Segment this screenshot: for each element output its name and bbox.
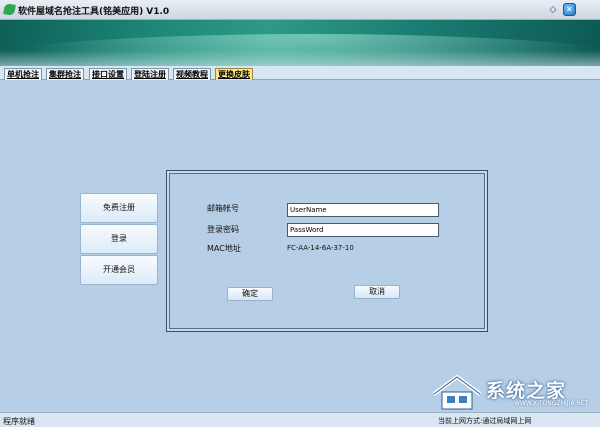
- email-field[interactable]: [287, 203, 439, 217]
- window-version: V1.0: [146, 7, 170, 17]
- tab-strip: 单机抢注 集群抢注 接口设置 登陆注册 视频教程 更换皮肤: [0, 66, 600, 80]
- mac-value: FC-AA-14-6A-37-10: [287, 244, 354, 252]
- network-status: 当前上网方式:通过局域网上网: [438, 417, 532, 425]
- login-button[interactable]: 登录: [80, 224, 158, 254]
- status-text: 程序就绪: [3, 417, 35, 426]
- header-banner: [0, 20, 600, 66]
- tab-login-register[interactable]: 登陆注册: [131, 68, 169, 80]
- free-register-button[interactable]: 免费注册: [80, 193, 158, 223]
- tab-video-tutorial[interactable]: 视频教程: [173, 68, 211, 80]
- title-bar: 软件屋域名抢注工具(铭美应用) V1.0 ◇ ✕: [0, 0, 600, 20]
- close-icon[interactable]: ✕: [563, 3, 576, 16]
- password-label: 登录密码: [207, 225, 239, 234]
- leaf-icon: [3, 3, 16, 16]
- window-title: 软件屋域名抢注工具(铭美应用) V1.0: [18, 4, 169, 17]
- status-bar: 程序就绪 当前上网方式:通过局域网上网: [0, 412, 600, 427]
- tab-single-register[interactable]: 单机抢注: [4, 68, 42, 80]
- login-panel: 邮箱帐号 登录密码 MAC地址 FC-AA-14-6A-37-10 确定 取消: [166, 170, 488, 332]
- open-membership-button[interactable]: 开通会员: [80, 255, 158, 285]
- watermark: 系统之家 WWW.XITONGZHIJIA.NET: [428, 372, 600, 412]
- password-field[interactable]: [287, 223, 439, 237]
- tab-change-skin[interactable]: 更换皮肤: [215, 68, 253, 80]
- watermark-text: 系统之家: [486, 380, 567, 402]
- house-logo-icon: [432, 375, 482, 410]
- mac-label: MAC地址: [207, 244, 241, 253]
- confirm-button[interactable]: 确定: [227, 287, 273, 301]
- email-label: 邮箱帐号: [207, 204, 239, 213]
- tab-cluster-register[interactable]: 集群抢注: [46, 68, 84, 80]
- cancel-button[interactable]: 取消: [354, 285, 400, 299]
- restore-icon[interactable]: ◇: [548, 5, 558, 15]
- tab-interface-settings[interactable]: 接口设置: [89, 68, 127, 80]
- watermark-url: WWW.XITONGZHIJIA.NET: [514, 400, 589, 407]
- window-title-text: 软件屋域名抢注工具(铭美应用): [18, 7, 144, 17]
